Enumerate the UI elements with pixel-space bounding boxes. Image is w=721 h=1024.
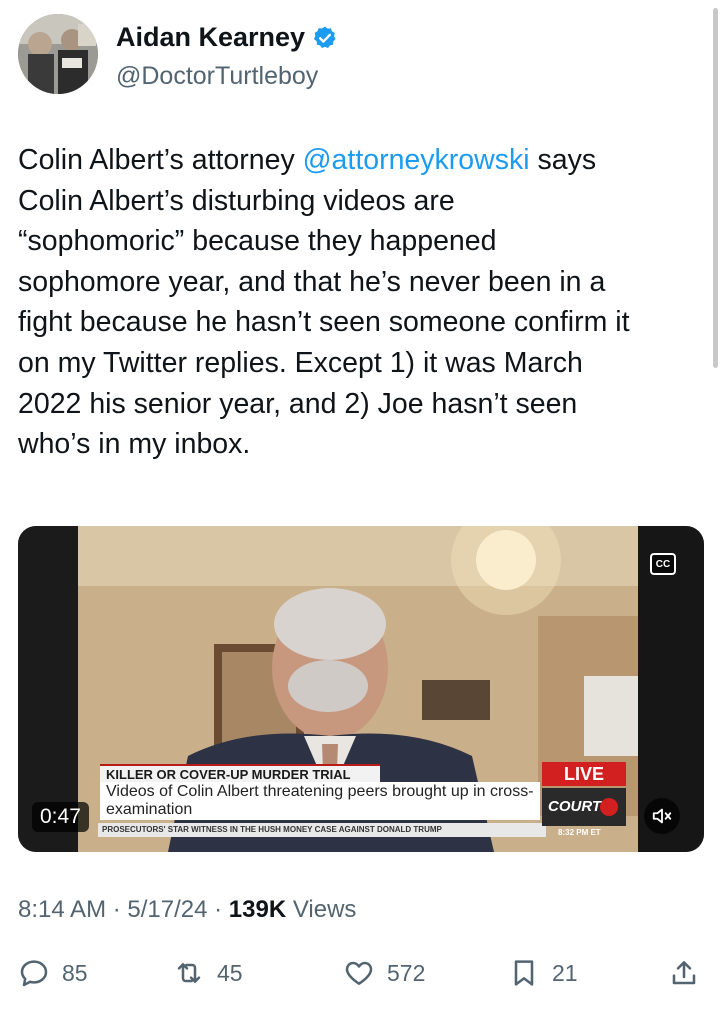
tweet-line: Colin Albert’s attorney @attorneykrowski… bbox=[18, 140, 708, 181]
tweet-line: who’s in my inbox. bbox=[18, 428, 251, 461]
tweet-line: 2022 his senior year, and 2) Joe hasn’t … bbox=[18, 387, 578, 420]
repost-button[interactable]: 45 bbox=[173, 950, 243, 996]
heart-icon bbox=[345, 961, 373, 985]
tweet-text-segment: Colin Albert’s attorney bbox=[18, 144, 303, 176]
author-name[interactable]: Aidan Kearney bbox=[116, 22, 305, 53]
views-label: Views bbox=[286, 896, 357, 923]
tweet-text: Colin Albert’s attorney @attorneykrowski… bbox=[18, 140, 708, 465]
avatar-photo bbox=[18, 14, 98, 94]
reply-button[interactable]: 85 bbox=[18, 950, 88, 996]
captions-button[interactable]: CC bbox=[650, 553, 676, 575]
repost-count: 45 bbox=[217, 959, 243, 986]
video-player[interactable]: CC KILLER OR COVER-UP MURDER TRIAL Video… bbox=[18, 526, 704, 852]
repost-icon bbox=[177, 963, 201, 983]
share-icon bbox=[672, 961, 696, 985]
tweet-line: Colin Albert’s disturbing videos are bbox=[18, 184, 455, 217]
headline-caption: Videos of Colin Albert threatening peers… bbox=[100, 782, 540, 820]
avatar[interactable] bbox=[18, 14, 98, 94]
speaker-muted-icon bbox=[652, 808, 672, 824]
tweet-line: fight because he hasn’t seen someone con… bbox=[18, 306, 630, 339]
network-logo: COURT bbox=[542, 788, 626, 826]
tweet-text-segment: says bbox=[529, 144, 597, 176]
broadcast-time: 8:32 PM ET bbox=[558, 828, 601, 837]
mute-button[interactable] bbox=[644, 798, 680, 834]
tweet-line: sophomore year, and that he’s never been… bbox=[18, 265, 606, 298]
tweet-line: “sophomoric” because they happened bbox=[18, 225, 497, 258]
news-lower-third: KILLER OR COVER-UP MURDER TRIAL Videos o… bbox=[100, 764, 540, 820]
headline-label: KILLER OR COVER-UP MURDER TRIAL bbox=[100, 764, 380, 782]
post-date[interactable]: 5/17/24 bbox=[127, 896, 207, 923]
like-count: 572 bbox=[387, 959, 426, 986]
bookmark-icon bbox=[514, 960, 534, 986]
network-logo-dot bbox=[600, 798, 618, 816]
post-time[interactable]: 8:14 AM bbox=[18, 896, 106, 923]
bookmark-button[interactable]: 21 bbox=[508, 950, 578, 996]
meta-separator: · bbox=[207, 896, 229, 923]
meta-separator: · bbox=[106, 896, 128, 923]
news-ticker: PROSECUTORS' STAR WITNESS IN THE HUSH MO… bbox=[98, 823, 546, 837]
tweet-header: Aidan Kearney @DoctorTurtleboy bbox=[18, 14, 698, 96]
mention-link[interactable]: @attorneykrowski bbox=[303, 144, 530, 176]
scrollbar[interactable] bbox=[713, 8, 718, 368]
share-button[interactable] bbox=[668, 950, 700, 996]
views-count: 139K bbox=[228, 896, 287, 923]
action-bar: 85 45 572 21 bbox=[18, 950, 704, 996]
reply-count: 85 bbox=[62, 959, 88, 986]
video-duration: 0:47 bbox=[32, 802, 89, 832]
bookmark-count: 21 bbox=[552, 959, 578, 986]
live-badge: LIVE bbox=[542, 762, 626, 786]
author-handle[interactable]: @DoctorTurtleboy bbox=[116, 62, 318, 91]
tweet-line: on my Twitter replies. Except 1) it was … bbox=[18, 346, 583, 379]
verified-badge-icon bbox=[314, 26, 336, 48]
tweet-meta: 8:14 AM · 5/17/24 · 139K Views bbox=[18, 896, 356, 924]
like-button[interactable]: 572 bbox=[343, 950, 425, 996]
reply-icon bbox=[20, 960, 48, 987]
network-name: COURT bbox=[548, 798, 602, 815]
